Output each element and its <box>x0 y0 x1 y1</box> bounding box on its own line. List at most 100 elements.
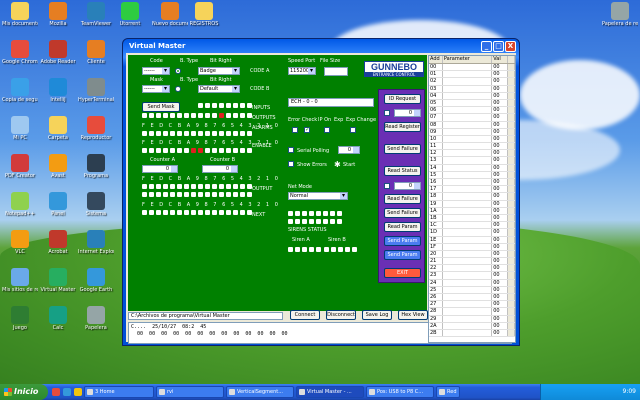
table-row[interactable]: 02 00 <box>429 78 515 86</box>
grid-scrollbar-top[interactable] <box>508 56 515 63</box>
table-cell[interactable]: 19 <box>429 200 443 207</box>
table-cell[interactable]: 00 <box>492 107 509 114</box>
table-cell[interactable]: 17 <box>429 186 443 193</box>
desktop-icon[interactable]: Acrobat <box>40 230 76 266</box>
desktop-icon[interactable]: Copia de seguridad <box>2 78 38 114</box>
table-cell[interactable] <box>443 193 493 200</box>
table-row[interactable]: 07 00 <box>429 114 515 122</box>
grid-scrollbar[interactable] <box>508 71 515 78</box>
table-row[interactable]: 16 00 <box>429 179 515 187</box>
table-cell[interactable] <box>443 64 493 71</box>
table-cell[interactable]: 00 <box>492 71 509 78</box>
table-row[interactable]: 2B 00 <box>429 329 515 338</box>
read-failure-button[interactable]: Read Failure <box>384 194 421 204</box>
table-row[interactable]: 10 00 <box>429 135 515 144</box>
table-cell[interactable]: 00 <box>492 150 509 157</box>
grid-scrollbar[interactable] <box>508 179 515 186</box>
desktop-icon[interactable]: HyperTerminal <box>78 78 114 114</box>
grid-scrollbar[interactable] <box>508 128 515 135</box>
table-cell[interactable]: 00 <box>492 64 509 71</box>
table-cell[interactable]: 05 <box>429 99 443 107</box>
table-cell[interactable]: 1B <box>429 214 443 222</box>
desktop-icon[interactable]: Mis documentos <box>2 2 38 38</box>
error-check-checkbox[interactable] <box>292 127 298 133</box>
table-cell[interactable]: 00 <box>492 294 509 301</box>
desktop-icon[interactable]: PDF Creator <box>2 154 38 190</box>
serial-polling-checkbox[interactable] <box>288 147 294 153</box>
table-cell[interactable]: 22 <box>429 265 443 272</box>
table-cell[interactable]: 00 <box>492 322 509 329</box>
desktop-icon[interactable]: Google Chrome <box>2 40 38 76</box>
table-row[interactable]: 20 00 <box>429 250 515 259</box>
table-cell[interactable]: 00 <box>492 279 509 286</box>
exp-change-checkbox[interactable] <box>350 127 356 133</box>
grid-scrollbar[interactable] <box>508 258 515 265</box>
table-cell[interactable] <box>443 171 493 178</box>
table-cell[interactable]: 00 <box>492 236 509 243</box>
folder-icon[interactable] <box>74 388 82 396</box>
grid-scrollbar[interactable] <box>508 135 515 143</box>
table-row[interactable]: 05 00 <box>429 99 515 108</box>
table-cell[interactable]: 00 <box>492 286 509 293</box>
table-row[interactable]: 19 00 <box>429 200 515 208</box>
send-param-2-button[interactable]: Send Param <box>384 250 421 260</box>
desktop-icon[interactable]: Internet Explorer <box>78 230 114 266</box>
grid-scrollbar[interactable] <box>508 64 515 71</box>
table-cell[interactable]: 00 <box>492 250 509 258</box>
table-cell[interactable]: 04 <box>429 92 443 99</box>
ip-checkbox[interactable] <box>304 126 310 133</box>
register-field[interactable]: 0 <box>394 109 421 117</box>
table-cell[interactable]: 23 <box>429 272 443 279</box>
table-cell[interactable] <box>443 186 493 193</box>
table-cell[interactable] <box>443 286 493 293</box>
table-row[interactable]: 03 00 <box>429 85 515 93</box>
task-button[interactable]: VerticalSegment... <box>226 386 294 398</box>
table-row[interactable]: 13 00 <box>429 157 515 165</box>
table-cell[interactable]: 12 <box>429 150 443 157</box>
table-cell[interactable]: 00 <box>492 222 509 229</box>
desktop-icon[interactable]: Mis sitios de red <box>2 268 38 304</box>
table-cell[interactable]: 00 <box>492 135 509 143</box>
desktop-icon[interactable]: Nuevo documento <box>152 2 188 38</box>
desktop-icon[interactable]: Reproductor <box>78 116 114 152</box>
table-cell[interactable] <box>443 114 493 121</box>
table-row[interactable]: 1B 00 <box>429 214 515 223</box>
table-cell[interactable] <box>443 243 493 250</box>
table-cell[interactable]: 00 <box>492 243 509 250</box>
table-row[interactable]: 2A 00 <box>429 322 515 330</box>
grid-header-add[interactable]: Add <box>429 56 443 63</box>
table-cell[interactable] <box>443 258 493 265</box>
desktop-icon[interactable]: Calc <box>40 306 76 342</box>
grid-scrollbar[interactable] <box>508 222 515 229</box>
table-cell[interactable]: 1D <box>429 229 443 236</box>
grid-scrollbar[interactable] <box>508 164 515 171</box>
code-b-radio[interactable] <box>175 86 181 92</box>
desktop-icon[interactable]: Google Earth <box>78 268 114 304</box>
table-cell[interactable]: 01 <box>429 71 443 78</box>
grid-scrollbar[interactable] <box>508 286 515 293</box>
table-cell[interactable] <box>443 315 493 322</box>
grid-scrollbar[interactable] <box>508 272 515 279</box>
table-row[interactable]: 29 00 <box>429 315 515 323</box>
table-cell[interactable] <box>443 85 493 92</box>
table-cell[interactable]: 24 <box>429 279 443 286</box>
table-cell[interactable] <box>443 265 493 272</box>
table-cell[interactable] <box>443 157 493 164</box>
table-cell[interactable] <box>443 236 493 243</box>
table-cell[interactable]: 28 <box>429 308 443 315</box>
table-cell[interactable] <box>443 222 493 229</box>
grid-scrollbar[interactable] <box>508 114 515 121</box>
table-cell[interactable]: 08 <box>429 121 443 128</box>
table-cell[interactable]: 11 <box>429 143 443 150</box>
id-request-button[interactable]: ID Request <box>384 94 421 104</box>
grid-scrollbar[interactable] <box>508 229 515 236</box>
table-cell[interactable] <box>443 272 493 279</box>
hex-view-button[interactable]: Hex View <box>398 310 428 320</box>
desktop-icon[interactable]: Programa <box>78 154 114 190</box>
grid-scrollbar[interactable] <box>508 99 515 107</box>
table-cell[interactable]: 00 <box>492 78 509 85</box>
grid-header-parameter[interactable]: Parameter <box>443 56 493 63</box>
table-row[interactable]: 14 00 <box>429 164 515 172</box>
table-cell[interactable]: 00 <box>492 315 509 322</box>
table-cell[interactable]: 1A <box>429 207 443 214</box>
